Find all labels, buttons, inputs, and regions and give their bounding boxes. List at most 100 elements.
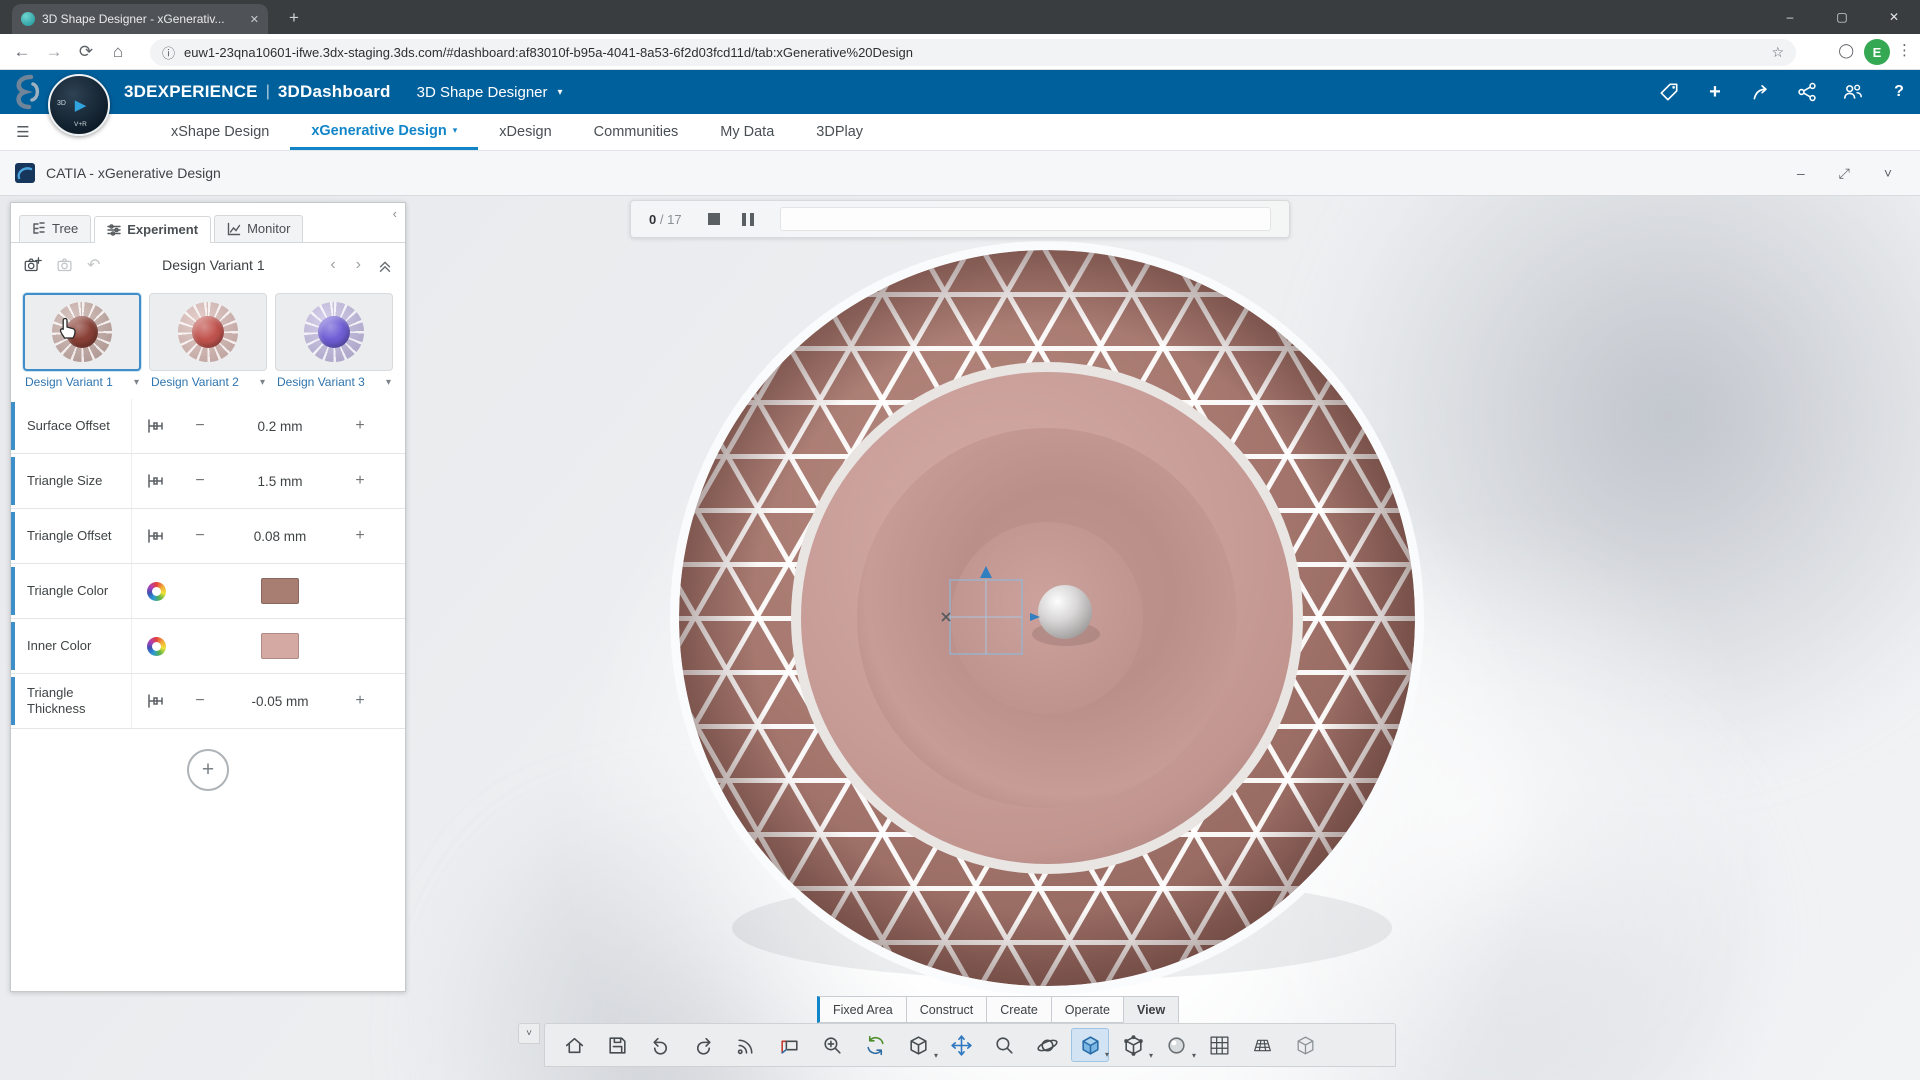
- snapshot-icon[interactable]: [55, 255, 75, 275]
- param-value[interactable]: 0.2 mm: [257, 419, 302, 434]
- stop-icon[interactable]: [707, 213, 720, 225]
- tag-icon[interactable]: [1658, 81, 1680, 103]
- variant-menu-caret-icon[interactable]: ▾: [134, 377, 139, 388]
- slider-icon[interactable]: [146, 691, 166, 711]
- decrement-button[interactable]: −: [195, 692, 204, 710]
- tab-close-icon[interactable]: ✕: [250, 13, 259, 26]
- slider-icon[interactable]: [146, 416, 166, 436]
- site-info-icon[interactable]: ⓘ: [162, 43, 175, 62]
- network-share-icon[interactable]: [1796, 81, 1818, 103]
- app-collapse-icon[interactable]: ˅: [1884, 165, 1892, 182]
- nav-item-3dplay[interactable]: 3DPlay: [795, 114, 884, 150]
- tab-view[interactable]: View: [1122, 996, 1180, 1023]
- tab-construct[interactable]: Construct: [905, 996, 987, 1023]
- pause-icon[interactable]: [741, 212, 754, 226]
- reload-icon[interactable]: ⟳: [70, 38, 102, 66]
- tab-fixed-area[interactable]: Fixed Area: [817, 996, 906, 1023]
- slider-icon[interactable]: [146, 526, 166, 546]
- browser-menu-icon[interactable]: ⋮: [1897, 41, 1912, 59]
- tool-redo[interactable]: [684, 1028, 722, 1062]
- tab-operate[interactable]: Operate: [1050, 996, 1123, 1023]
- tab-create[interactable]: Create: [986, 996, 1051, 1023]
- new-tab-button[interactable]: +: [282, 7, 306, 29]
- tool-render-style[interactable]: ▾: [1157, 1028, 1196, 1062]
- tool-section-box[interactable]: ▾: [1114, 1028, 1153, 1062]
- nav-item-xshape-design[interactable]: xShape Design: [150, 114, 290, 150]
- variant-label[interactable]: Design Variant 2: [151, 375, 260, 389]
- variant-menu-caret-icon[interactable]: ▾: [260, 377, 265, 388]
- variant-card-1[interactable]: Design Variant 1 ▾: [23, 293, 141, 389]
- variant-thumbnail[interactable]: [275, 293, 393, 371]
- variant-thumbnail[interactable]: [149, 293, 267, 371]
- dropdown-caret-icon[interactable]: ▾: [1149, 1051, 1153, 1060]
- tool-zoom-area[interactable]: [985, 1028, 1023, 1062]
- nav-item-my-data[interactable]: My Data: [699, 114, 795, 150]
- dropdown-caret-icon[interactable]: ▾: [1192, 1051, 1196, 1060]
- window-maximize-button[interactable]: ▢: [1816, 0, 1868, 34]
- variant-card-3[interactable]: Design Variant 3 ▾: [275, 293, 393, 389]
- bookmark-star-icon[interactable]: ☆: [1771, 44, 1784, 61]
- tab-monitor[interactable]: Monitor: [214, 215, 304, 242]
- tool-orbit[interactable]: [1028, 1028, 1066, 1062]
- app-title[interactable]: 3D Shape Designer: [417, 84, 548, 101]
- tool-home[interactable]: [555, 1028, 593, 1062]
- snapshot-add-icon[interactable]: [23, 255, 43, 275]
- increment-button[interactable]: +: [355, 527, 364, 545]
- panel-menu-icon[interactable]: ☰: [0, 114, 46, 150]
- dropdown-caret-icon[interactable]: ▾: [1105, 1050, 1109, 1059]
- people-icon[interactable]: [1842, 81, 1864, 103]
- app-restore-icon[interactable]: ⤢: [1839, 165, 1850, 182]
- variant-prev-icon[interactable]: ‹: [326, 256, 339, 274]
- variant-next-icon[interactable]: ›: [352, 256, 365, 274]
- window-close-button[interactable]: ✕: [1868, 0, 1920, 34]
- tool-save[interactable]: [598, 1028, 636, 1062]
- tool-grid[interactable]: [1200, 1028, 1238, 1062]
- nav-item-xdesign[interactable]: xDesign: [478, 114, 572, 150]
- back-icon[interactable]: ←: [6, 38, 38, 66]
- share-icon[interactable]: [1750, 81, 1772, 103]
- tool-shaded-view[interactable]: ▾: [1071, 1028, 1109, 1062]
- variant-label[interactable]: Design Variant 1: [25, 375, 134, 389]
- color-wheel-icon[interactable]: [146, 581, 166, 601]
- decrement-button[interactable]: −: [195, 527, 204, 545]
- tab-tree[interactable]: Tree: [19, 215, 92, 242]
- inner-color-swatch[interactable]: [261, 633, 299, 659]
- window-minimize-button[interactable]: –: [1764, 0, 1816, 34]
- variant-label[interactable]: Design Variant 3: [277, 375, 386, 389]
- tool-zoom-fit[interactable]: [813, 1028, 851, 1062]
- browser-home-icon[interactable]: ⌂: [102, 38, 134, 66]
- variant-undo-icon[interactable]: ↶: [87, 255, 100, 275]
- nav-item-xgenerative-design[interactable]: xGenerative Design ▾: [290, 114, 479, 150]
- slider-icon[interactable]: [146, 471, 166, 491]
- increment-button[interactable]: +: [355, 472, 364, 490]
- brand-3ddashboard[interactable]: 3DDashboard: [278, 82, 391, 102]
- tab-experiment[interactable]: Experiment: [94, 216, 212, 243]
- compass-icon[interactable]: 3D ▶ V+R: [48, 74, 110, 136]
- add-content-icon[interactable]: +: [1704, 81, 1726, 103]
- tool-isolate-cube[interactable]: ▾: [899, 1028, 938, 1062]
- center-sphere[interactable]: [1038, 585, 1092, 639]
- variant-card-2[interactable]: Design Variant 2 ▾: [149, 293, 267, 389]
- param-value[interactable]: -0.05 mm: [251, 694, 308, 709]
- dropdown-caret-icon[interactable]: ▾: [934, 1051, 938, 1060]
- decrement-button[interactable]: −: [195, 472, 204, 490]
- param-value[interactable]: 1.5 mm: [257, 474, 302, 489]
- browser-profile-avatar[interactable]: E: [1864, 39, 1890, 65]
- nav-caret-icon[interactable]: ▾: [453, 125, 458, 136]
- forward-icon[interactable]: →: [38, 38, 70, 66]
- increment-button[interactable]: +: [355, 692, 364, 710]
- add-parameter-button[interactable]: +: [187, 749, 229, 791]
- nav-item-communities[interactable]: Communities: [573, 114, 700, 150]
- browser-tab[interactable]: 3D Shape Designer - xGenerativ... ✕: [12, 4, 268, 34]
- app-minimize-icon[interactable]: –: [1797, 165, 1805, 182]
- panel-collapse-icon[interactable]: ‹: [393, 206, 397, 221]
- address-bar[interactable]: ⓘ euw1-23qna10601-ifwe.3dx-staging.3ds.c…: [150, 39, 1796, 66]
- tool-update-sync[interactable]: [856, 1028, 894, 1062]
- earbud-model[interactable]: [667, 238, 1427, 998]
- tool-data-stream[interactable]: [727, 1028, 765, 1062]
- tool-work-plane[interactable]: [1243, 1028, 1281, 1062]
- triangle-color-swatch[interactable]: [261, 578, 299, 604]
- collapse-thumbnails-icon[interactable]: [377, 257, 393, 273]
- timeline-track[interactable]: [779, 207, 1271, 231]
- variant-menu-caret-icon[interactable]: ▾: [386, 377, 391, 388]
